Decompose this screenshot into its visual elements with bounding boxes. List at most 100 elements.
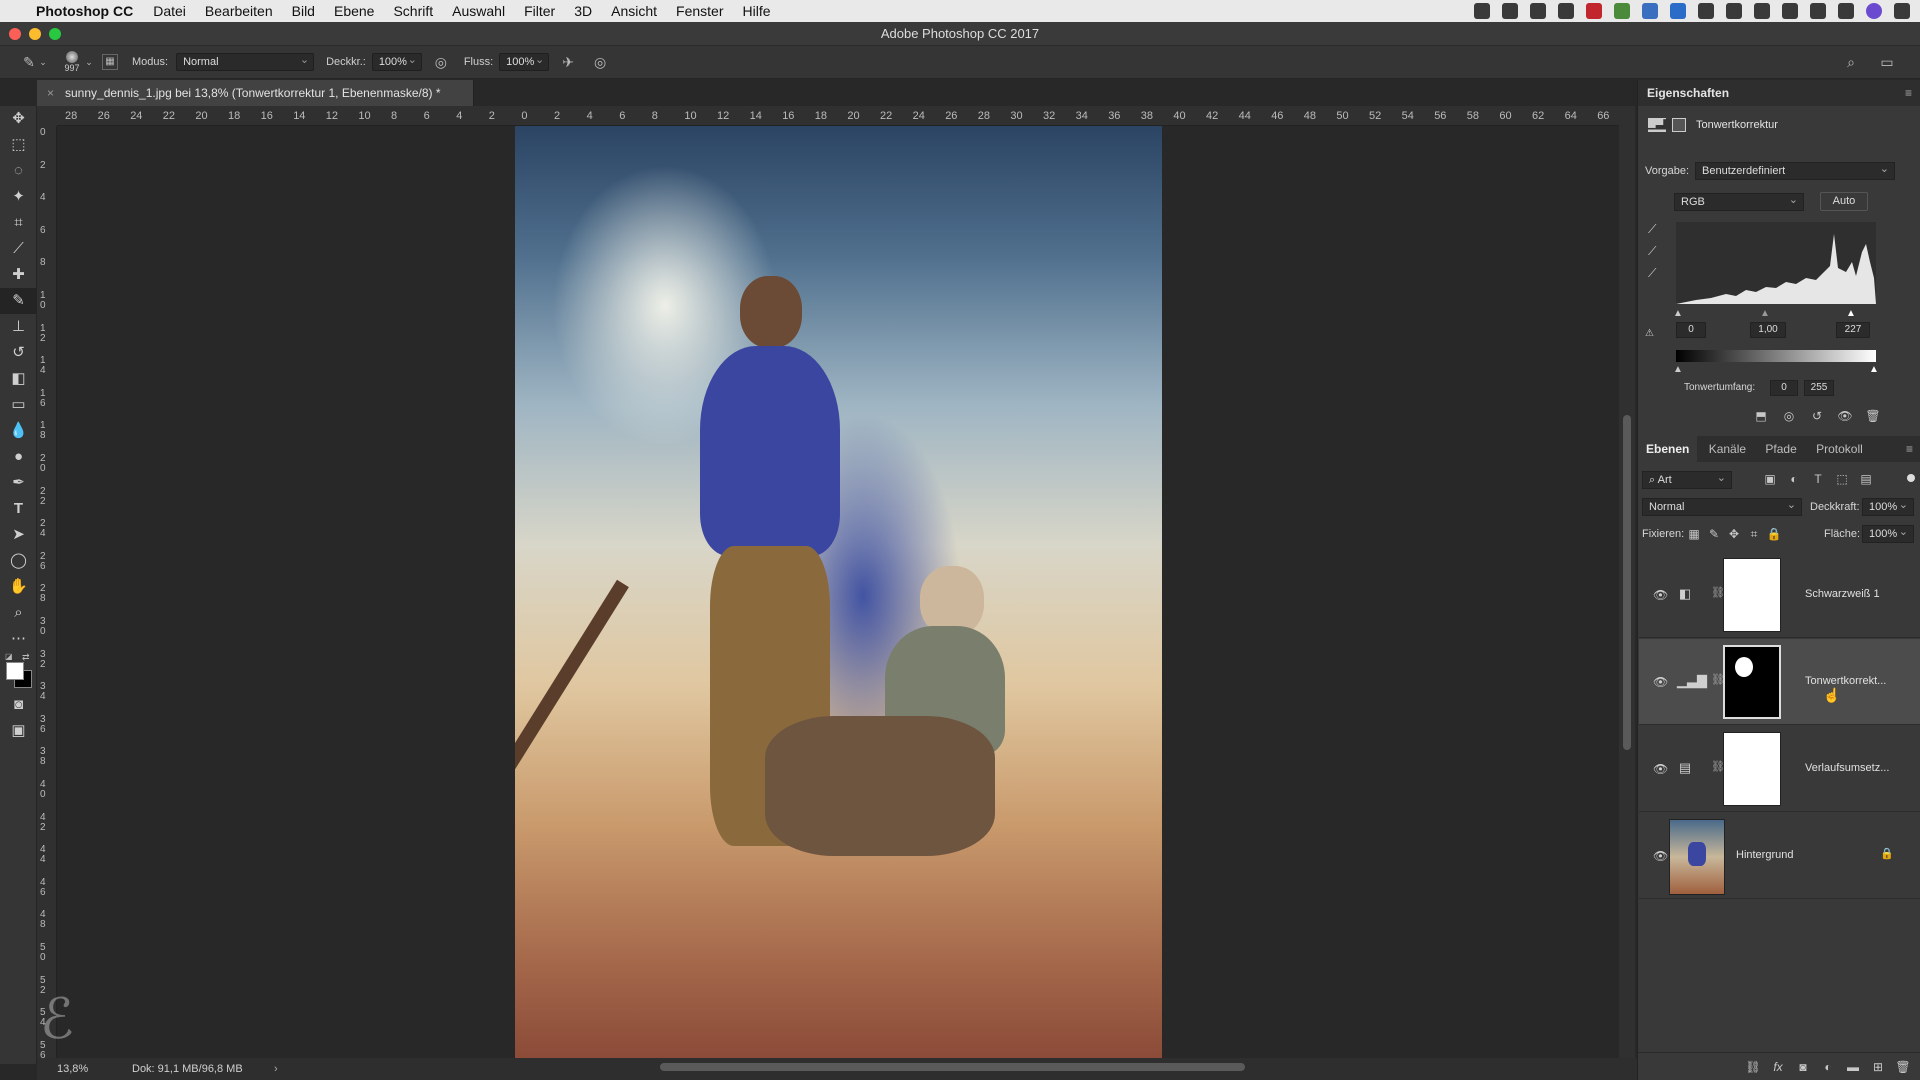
blend-mode-select[interactable]: Normal [1642,497,1802,516]
document-tab[interactable]: × sunny_dennis_1.jpg bei 13,8% (Tonwertk… [37,80,474,106]
pen-tool-icon[interactable]: ✒ [0,470,37,496]
menu-datei[interactable]: Datei [153,3,186,19]
printer-icon[interactable] [1698,3,1714,19]
brush-tool-icon[interactable]: ✎ [20,53,38,71]
clipping-warning-icon[interactable]: ⚠ [1645,328,1654,339]
lock-transparency-icon[interactable]: ▦ [1686,526,1702,542]
output-black-field[interactable]: 0 [1770,380,1798,396]
delete-adjustment-icon[interactable]: 🗑 [1865,408,1881,424]
link-layers-icon[interactable]: ⛓ [1745,1059,1761,1075]
filter-type-icon[interactable]: T [1810,471,1826,487]
opacity-select[interactable]: 100% [371,52,422,71]
layer-thumbnail[interactable] [1669,819,1725,895]
new-layer-icon[interactable]: ⊞ [1870,1059,1886,1075]
record-icon[interactable] [1474,3,1490,19]
layer-row[interactable]: 👁 Hintergrund 🔒 [1639,813,1920,899]
view-previous-icon[interactable]: ◎ [1781,408,1797,424]
eyedropper-tool-icon[interactable]: ⟋ [0,236,37,262]
status-menu-arrow-icon[interactable]: › [274,1058,278,1080]
bluetooth-icon[interactable] [1782,3,1798,19]
panel-menu-icon[interactable]: ≡ [1905,80,1912,106]
auto-button[interactable]: Auto [1820,192,1868,211]
eraser-tool-icon[interactable]: ◧ [0,366,37,392]
layer-filter-select[interactable]: ⌕ Art [1642,470,1732,489]
workspace-icon[interactable]: ▭ [1878,53,1896,71]
default-colors-icon[interactable]: ◪ [5,652,13,661]
menu-bearbeiten[interactable]: Bearbeiten [205,3,273,19]
wifi-icon[interactable] [1810,3,1826,19]
flow-select[interactable]: 100% [499,52,550,71]
zoom-level[interactable]: 13,8% [57,1058,88,1080]
fx-icon[interactable]: fx [1770,1059,1786,1075]
spotlight-icon[interactable] [1838,3,1854,19]
eye-icon[interactable]: 👁 [1653,675,1668,689]
clip-to-layer-icon[interactable]: ⬒ [1753,408,1769,424]
app-red-icon[interactable] [1586,3,1602,19]
healing-tool-icon[interactable]: ✚ [0,262,37,288]
more-tools-icon[interactable]: ⋯ [0,626,37,652]
menu-filter[interactable]: Filter [524,3,555,19]
close-window-button[interactable] [9,28,21,40]
tab-kanaele[interactable]: Kanäle [1701,436,1754,462]
lock-pixels-icon[interactable]: ✎ [1706,526,1722,542]
cloud-icon[interactable] [1558,3,1574,19]
layer-name[interactable]: Schwarzweiß 1 [1805,588,1880,600]
hand-tool-icon[interactable]: ✋ [0,574,37,600]
zoom-tool-icon[interactable]: ⌕ [0,600,37,626]
layer-name[interactable]: Verlaufsumsetz... [1805,762,1889,774]
mask-icon[interactable] [1672,118,1686,132]
airplay-icon[interactable] [1726,3,1742,19]
input-gamma-field[interactable]: 1,00 [1750,322,1786,338]
menu-3d[interactable]: 3D [574,3,592,19]
menu-ebene[interactable]: Ebene [334,3,374,19]
filter-shape-icon[interactable]: ⬚ [1834,471,1850,487]
layer-row[interactable]: 👁 ▁▃▇ ⛓ Tonwertkorrekt... ☝ [1639,639,1920,725]
input-black-slider[interactable]: ▲ [1673,308,1683,319]
white-eyedropper-icon[interactable]: ⟋ [1648,266,1656,281]
chrome-icon[interactable] [1614,3,1630,19]
horizontal-scroll-thumb[interactable] [660,1063,1245,1071]
minimize-window-button[interactable] [29,28,41,40]
brush-tool-icon[interactable]: ✎ [0,288,37,314]
menu-bild[interactable]: Bild [292,3,315,19]
pressure-opacity-icon[interactable]: ◎ [432,53,450,71]
lock-all-icon[interactable]: 🔒 [1766,526,1782,542]
filter-toggle-icon[interactable] [1907,474,1915,482]
channel-select[interactable]: RGB [1674,192,1804,211]
siri-icon[interactable] [1866,3,1882,19]
reset-icon[interactable]: ↺ [1809,408,1825,424]
gray-eyedropper-icon[interactable]: ⟋ [1648,244,1656,259]
move-tool-icon[interactable]: ✥ [0,106,37,132]
add-mask-icon[interactable]: ◙ [1795,1059,1811,1075]
lock-position-icon[interactable]: ✥ [1726,526,1742,542]
search-icon[interactable]: ⌕ [1842,53,1860,71]
stamp-tool-icon[interactable]: ⊥ [0,314,37,340]
eye-icon[interactable]: 👁 [1653,588,1668,602]
lasso-tool-icon[interactable]: ◌ [0,158,37,184]
filter-smart-icon[interactable]: ▤ [1858,471,1874,487]
display-icon[interactable] [1530,3,1546,19]
black-eyedropper-icon[interactable]: ⟋ [1648,222,1656,237]
type-tool-icon[interactable]: T [0,496,37,522]
layer-mask-thumbnail[interactable] [1723,558,1781,632]
eye-icon[interactable]: 👁 [1653,849,1668,863]
gradient-tool-icon[interactable]: ▭ [0,392,37,418]
time-machine-icon[interactable] [1754,3,1770,19]
tab-protokoll[interactable]: Protokoll [1808,436,1871,462]
arrow-icon[interactable] [1502,3,1518,19]
foreground-color-swatch[interactable] [6,662,24,680]
tab-ebenen[interactable]: Ebenen [1638,436,1698,462]
menu-ansicht[interactable]: Ansicht [611,3,657,19]
blur-tool-icon[interactable]: 💧 [0,418,37,444]
menu-schrift[interactable]: Schrift [393,3,433,19]
visibility-icon[interactable]: 👁 [1837,408,1853,424]
new-group-icon[interactable]: ▬ [1845,1059,1861,1075]
brush-picker-dropdown[interactable]: ⌄ [84,53,94,71]
menu-app[interactable]: Photoshop CC [36,3,133,19]
tool-preset-dropdown[interactable]: ⌄ [38,53,48,71]
tab-pfade[interactable]: Pfade [1757,436,1804,462]
dodge-tool-icon[interactable]: ● [0,444,37,470]
mode-select[interactable]: Normal [176,52,315,71]
layer-mask-thumbnail[interactable] [1723,645,1781,719]
menu-fenster[interactable]: Fenster [676,3,723,19]
